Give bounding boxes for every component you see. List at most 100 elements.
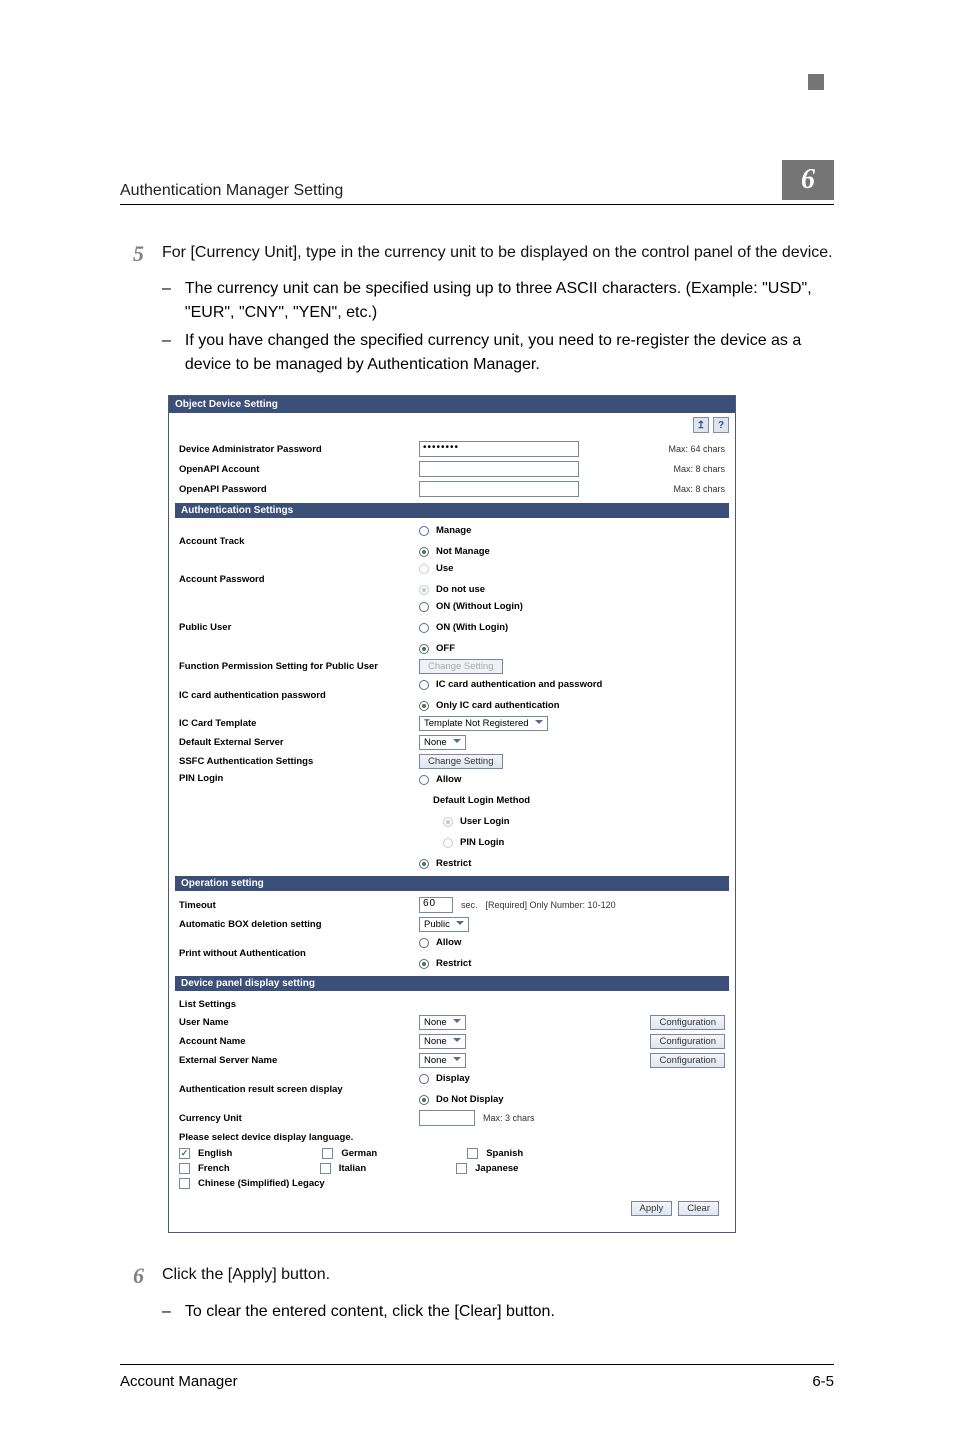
label-admin-password: Device Administrator Password — [179, 444, 419, 455]
footer-page-number: 6-5 — [812, 1373, 834, 1390]
label-account-password: Account Password — [179, 574, 419, 585]
section-operation-setting: Operation setting — [175, 876, 729, 891]
label-account-track: Account Track — [179, 536, 419, 547]
row-autobox: Automatic BOX deletion setting Public — [179, 915, 725, 934]
timeout-input[interactable]: 60 — [419, 897, 453, 913]
step-number: 6 — [120, 1263, 144, 1289]
chapter-number-box: 6 — [782, 160, 834, 200]
label-timeout: Timeout — [179, 900, 419, 911]
dash-icon: – — [162, 277, 171, 325]
row-account-track: Account Track Manage Not Manage — [179, 522, 725, 560]
radio-ic-and-password[interactable] — [419, 680, 429, 690]
row-user-name: User Name None Configuration — [179, 1013, 725, 1032]
step-5-bullets: –The currency unit can be specified usin… — [120, 277, 834, 377]
label-ic-auth-password: IC card authentication password — [179, 690, 419, 701]
timeout-unit: sec. — [461, 900, 478, 910]
autobox-select[interactable]: Public — [419, 917, 469, 932]
label-currency-unit: Currency Unit — [179, 1113, 419, 1124]
label-default-external-server: Default External Server — [179, 737, 419, 748]
radio-pin-restrict[interactable] — [419, 859, 429, 869]
label-openapi-password: OpenAPI Password — [179, 484, 419, 495]
label-function-permission: Function Permission Setting for Public U… — [179, 661, 419, 672]
radio-off[interactable] — [419, 644, 429, 654]
currency-unit-input[interactable] — [419, 1110, 475, 1126]
ssfc-change-setting-button[interactable]: Change Setting — [419, 754, 503, 769]
radio-on-with-login[interactable] — [419, 623, 429, 633]
checkbox-italian[interactable] — [320, 1163, 331, 1174]
hint-currency: Max: 3 chars — [483, 1113, 535, 1123]
chapter-number: 6 — [801, 164, 815, 196]
row-openapi-account: OpenAPI Account Max: 8 chars — [179, 459, 725, 479]
radio-use[interactable] — [419, 564, 429, 574]
label-print-without-auth: Print without Authentication — [179, 948, 419, 959]
step-text: Click the [Apply] button. — [162, 1263, 330, 1289]
row-auth-result-display: Authentication result screen display Dis… — [179, 1070, 725, 1108]
default-external-server-select[interactable]: None — [419, 735, 466, 750]
running-title: Authentication Manager Setting — [120, 182, 343, 200]
footer-product: Account Manager — [120, 1373, 238, 1390]
user-name-config-button[interactable]: Configuration — [650, 1015, 725, 1030]
ic-template-select[interactable]: Template Not Registered — [419, 716, 548, 731]
row-default-external-server: Default External Server None — [179, 733, 725, 752]
checkbox-german[interactable] — [322, 1148, 333, 1159]
hint-openapi-password: Max: 8 chars — [673, 484, 725, 494]
label-autobox: Automatic BOX deletion setting — [179, 919, 419, 930]
hint-admin-password: Max: 64 chars — [668, 444, 725, 454]
label-user-name: User Name — [179, 1017, 419, 1028]
row-timeout: Timeout 60 sec. [Required] Only Number: … — [179, 895, 725, 915]
step-6: 6 Click the [Apply] button. — [120, 1263, 834, 1289]
radio-do-not-display[interactable] — [419, 1095, 429, 1105]
external-server-config-button[interactable]: Configuration — [650, 1053, 725, 1068]
row-ssfc-settings: SSFC Authentication Settings Change Sett… — [179, 752, 725, 771]
row-admin-password: Device Administrator Password •••••••• M… — [179, 439, 725, 459]
admin-password-input[interactable]: •••••••• — [419, 441, 579, 457]
user-name-select[interactable]: None — [419, 1015, 466, 1030]
checkbox-french[interactable] — [179, 1163, 190, 1174]
radio-only-ic[interactable] — [419, 701, 429, 711]
radio-print-restrict[interactable] — [419, 959, 429, 969]
external-server-select[interactable]: None — [419, 1053, 466, 1068]
panel-toolbar: ↥ ? — [169, 413, 735, 437]
row-public-user: Public User ON (Without Login) ON (With … — [179, 598, 725, 657]
label-openapi-account: OpenAPI Account — [179, 464, 419, 475]
radio-print-allow[interactable] — [419, 938, 429, 948]
checkbox-english[interactable]: ✓ — [179, 1148, 190, 1159]
step-number: 5 — [120, 241, 144, 267]
row-external-server-name: External Server Name None Configuration — [179, 1051, 725, 1070]
radio-display[interactable] — [419, 1074, 429, 1084]
label-language-prompt: Please select device display language. — [179, 1132, 353, 1143]
checkbox-japanese[interactable] — [456, 1163, 467, 1174]
radio-not-manage[interactable] — [419, 547, 429, 557]
lang-row-2: French Italian Japanese — [179, 1161, 725, 1176]
row-ic-auth-password: IC card authentication password IC card … — [179, 676, 725, 714]
row-account-name: Account Name None Configuration — [179, 1032, 725, 1051]
openapi-password-input[interactable] — [419, 481, 579, 497]
label-default-login-method: Default Login Method — [433, 795, 530, 806]
dash-icon: – — [162, 329, 171, 377]
label-external-server-name: External Server Name — [179, 1055, 419, 1066]
label-account-name: Account Name — [179, 1036, 419, 1047]
account-name-select[interactable]: None — [419, 1034, 466, 1049]
row-ic-card-template: IC Card Template Template Not Registered — [179, 714, 725, 733]
up-icon[interactable]: ↥ — [693, 417, 709, 433]
radio-on-without-login[interactable] — [419, 602, 429, 612]
lang-row-1: ✓English German Spanish — [179, 1146, 725, 1161]
account-name-config-button[interactable]: Configuration — [650, 1034, 725, 1049]
row-function-permission: Function Permission Setting for Public U… — [179, 657, 725, 676]
apply-button[interactable]: Apply — [631, 1201, 673, 1216]
radio-pin-allow[interactable] — [419, 775, 429, 785]
radio-user-login[interactable] — [443, 817, 453, 827]
clear-button[interactable]: Clear — [678, 1201, 719, 1216]
row-account-password: Account Password Use Do not use — [179, 560, 725, 598]
label-list-settings: List Settings — [179, 999, 419, 1010]
openapi-account-input[interactable] — [419, 461, 579, 477]
radio-do-not-use[interactable] — [419, 585, 429, 595]
checkbox-spanish[interactable] — [467, 1148, 478, 1159]
radio-pin-login-method[interactable] — [443, 838, 453, 848]
label-auth-result-display: Authentication result screen display — [179, 1084, 419, 1095]
radio-manage[interactable] — [419, 526, 429, 536]
help-icon[interactable]: ? — [713, 417, 729, 433]
bullet-item: –If you have changed the specified curre… — [162, 329, 834, 377]
step-text: For [Currency Unit], type in the currenc… — [162, 241, 833, 267]
checkbox-chinese-simplified[interactable] — [179, 1178, 190, 1189]
